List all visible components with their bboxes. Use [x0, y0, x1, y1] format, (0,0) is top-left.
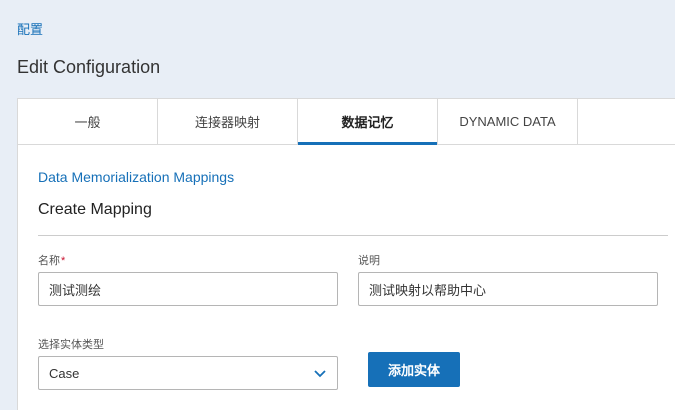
entity-type-selected-value: Case	[49, 365, 80, 381]
create-mapping-title: Create Mapping	[38, 201, 152, 218]
description-label: 说明	[358, 255, 380, 267]
section-divider	[38, 235, 668, 236]
breadcrumb-config[interactable]: 配置	[17, 19, 43, 38]
tab-connector-mapping[interactable]: 连接器映射	[158, 99, 298, 144]
required-star: *	[61, 255, 66, 267]
name-label: 名称*	[38, 252, 65, 268]
page: 配置 Edit Configuration 一般 连接器映射 数据记忆 DYNA…	[0, 0, 675, 410]
page-title: Edit Configuration	[17, 57, 161, 77]
tab-bar-filler	[578, 99, 675, 144]
description-input[interactable]	[358, 272, 658, 306]
entity-type-select[interactable]: Case	[38, 356, 338, 390]
data-memorialization-mappings-link[interactable]: Data Memorialization Mappings	[38, 169, 234, 185]
add-entity-button[interactable]: 添加实体	[368, 352, 460, 387]
tab-data-memorialization[interactable]: 数据记忆	[298, 99, 438, 145]
config-card: 一般 连接器映射 数据记忆 DYNAMIC DATA Data Memorial…	[17, 98, 675, 410]
tab-general[interactable]: 一般	[18, 99, 158, 144]
tab-dynamic-data[interactable]: DYNAMIC DATA	[438, 99, 578, 144]
tab-bar: 一般 连接器映射 数据记忆 DYNAMIC DATA	[18, 99, 675, 145]
chevron-down-icon	[314, 370, 326, 378]
name-input[interactable]	[38, 272, 338, 306]
entity-type-label: 选择实体类型	[38, 339, 104, 351]
name-label-text: 名称	[38, 255, 60, 267]
